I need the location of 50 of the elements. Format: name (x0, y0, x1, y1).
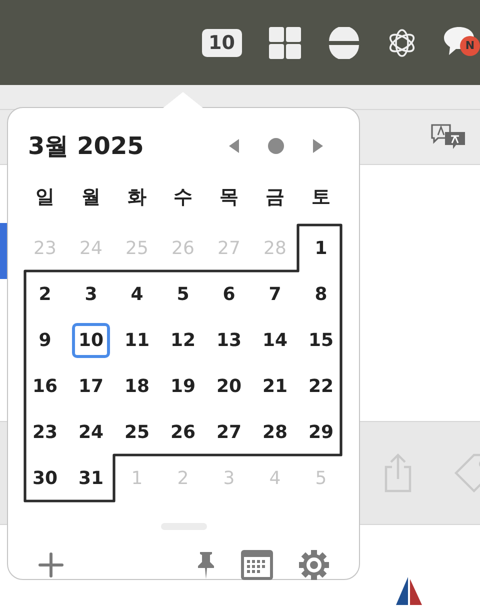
day-cell[interactable]: 31 (72, 460, 110, 496)
add-icon[interactable] (38, 552, 64, 578)
day-cell[interactable]: 7 (257, 276, 293, 312)
day-cell[interactable]: 29 (302, 414, 340, 450)
weekday-label: 금 (264, 185, 286, 210)
weekday-label: 토 (310, 185, 332, 210)
sidebar-marker (0, 223, 7, 279)
day-cell[interactable]: 24 (72, 414, 110, 450)
window-grid-icon[interactable] (268, 26, 302, 58)
day-cell[interactable]: 4 (119, 276, 155, 312)
previous-month-button[interactable] (227, 138, 241, 154)
day-cell[interactable]: 6 (211, 276, 247, 312)
day-cell[interactable]: 17 (72, 368, 110, 404)
day-cell[interactable]: 19 (164, 368, 202, 404)
day-cell[interactable]: 13 (210, 322, 248, 358)
day-cell[interactable]: 12 (164, 322, 202, 358)
day-cell[interactable]: 1 (303, 230, 339, 266)
day-cell[interactable]: 9 (27, 322, 63, 358)
day-cell[interactable]: 5 (165, 276, 201, 312)
day-cell[interactable]: 26 (164, 414, 202, 450)
day-cell[interactable]: 14 (256, 322, 294, 358)
day-cell[interactable]: 21 (256, 368, 294, 404)
day-cell[interactable]: 10 (72, 322, 110, 358)
day-cell[interactable]: 25 (118, 414, 156, 450)
next-month-button[interactable] (311, 138, 325, 154)
day-cell[interactable]: 8 (303, 276, 339, 312)
weekday-label: 일 (34, 185, 56, 210)
day-cell[interactable]: 30 (26, 460, 64, 496)
weekday-label: 목 (218, 185, 240, 210)
day-cell[interactable]: 15 (302, 322, 340, 358)
today-button[interactable] (267, 137, 285, 155)
pin-icon[interactable] (197, 551, 215, 579)
day-cell[interactable]: 2 (27, 276, 63, 312)
date-icon[interactable]: 10 (202, 28, 242, 56)
weekday-label: 화 (126, 185, 148, 210)
day-cell[interactable]: 28 (256, 414, 294, 450)
day-cell[interactable]: 11 (118, 322, 156, 358)
day-cell[interactable]: 22 (302, 368, 340, 404)
translate-icon[interactable] (430, 123, 468, 151)
day-cell[interactable]: 20 (210, 368, 248, 404)
day-cell[interactable]: 23 (26, 414, 64, 450)
day-cell[interactable]: 16 (26, 368, 64, 404)
weekday-label: 월 (80, 185, 102, 210)
day-cell[interactable]: 18 (118, 368, 156, 404)
day-cell[interactable]: 3 (73, 276, 109, 312)
notification-badge: N (460, 36, 480, 56)
calendar-icon[interactable] (241, 550, 273, 580)
month-title: 3월 2025 (28, 131, 144, 162)
day-cell[interactable]: 27 (210, 414, 248, 450)
weekday-label: 수 (172, 185, 194, 210)
